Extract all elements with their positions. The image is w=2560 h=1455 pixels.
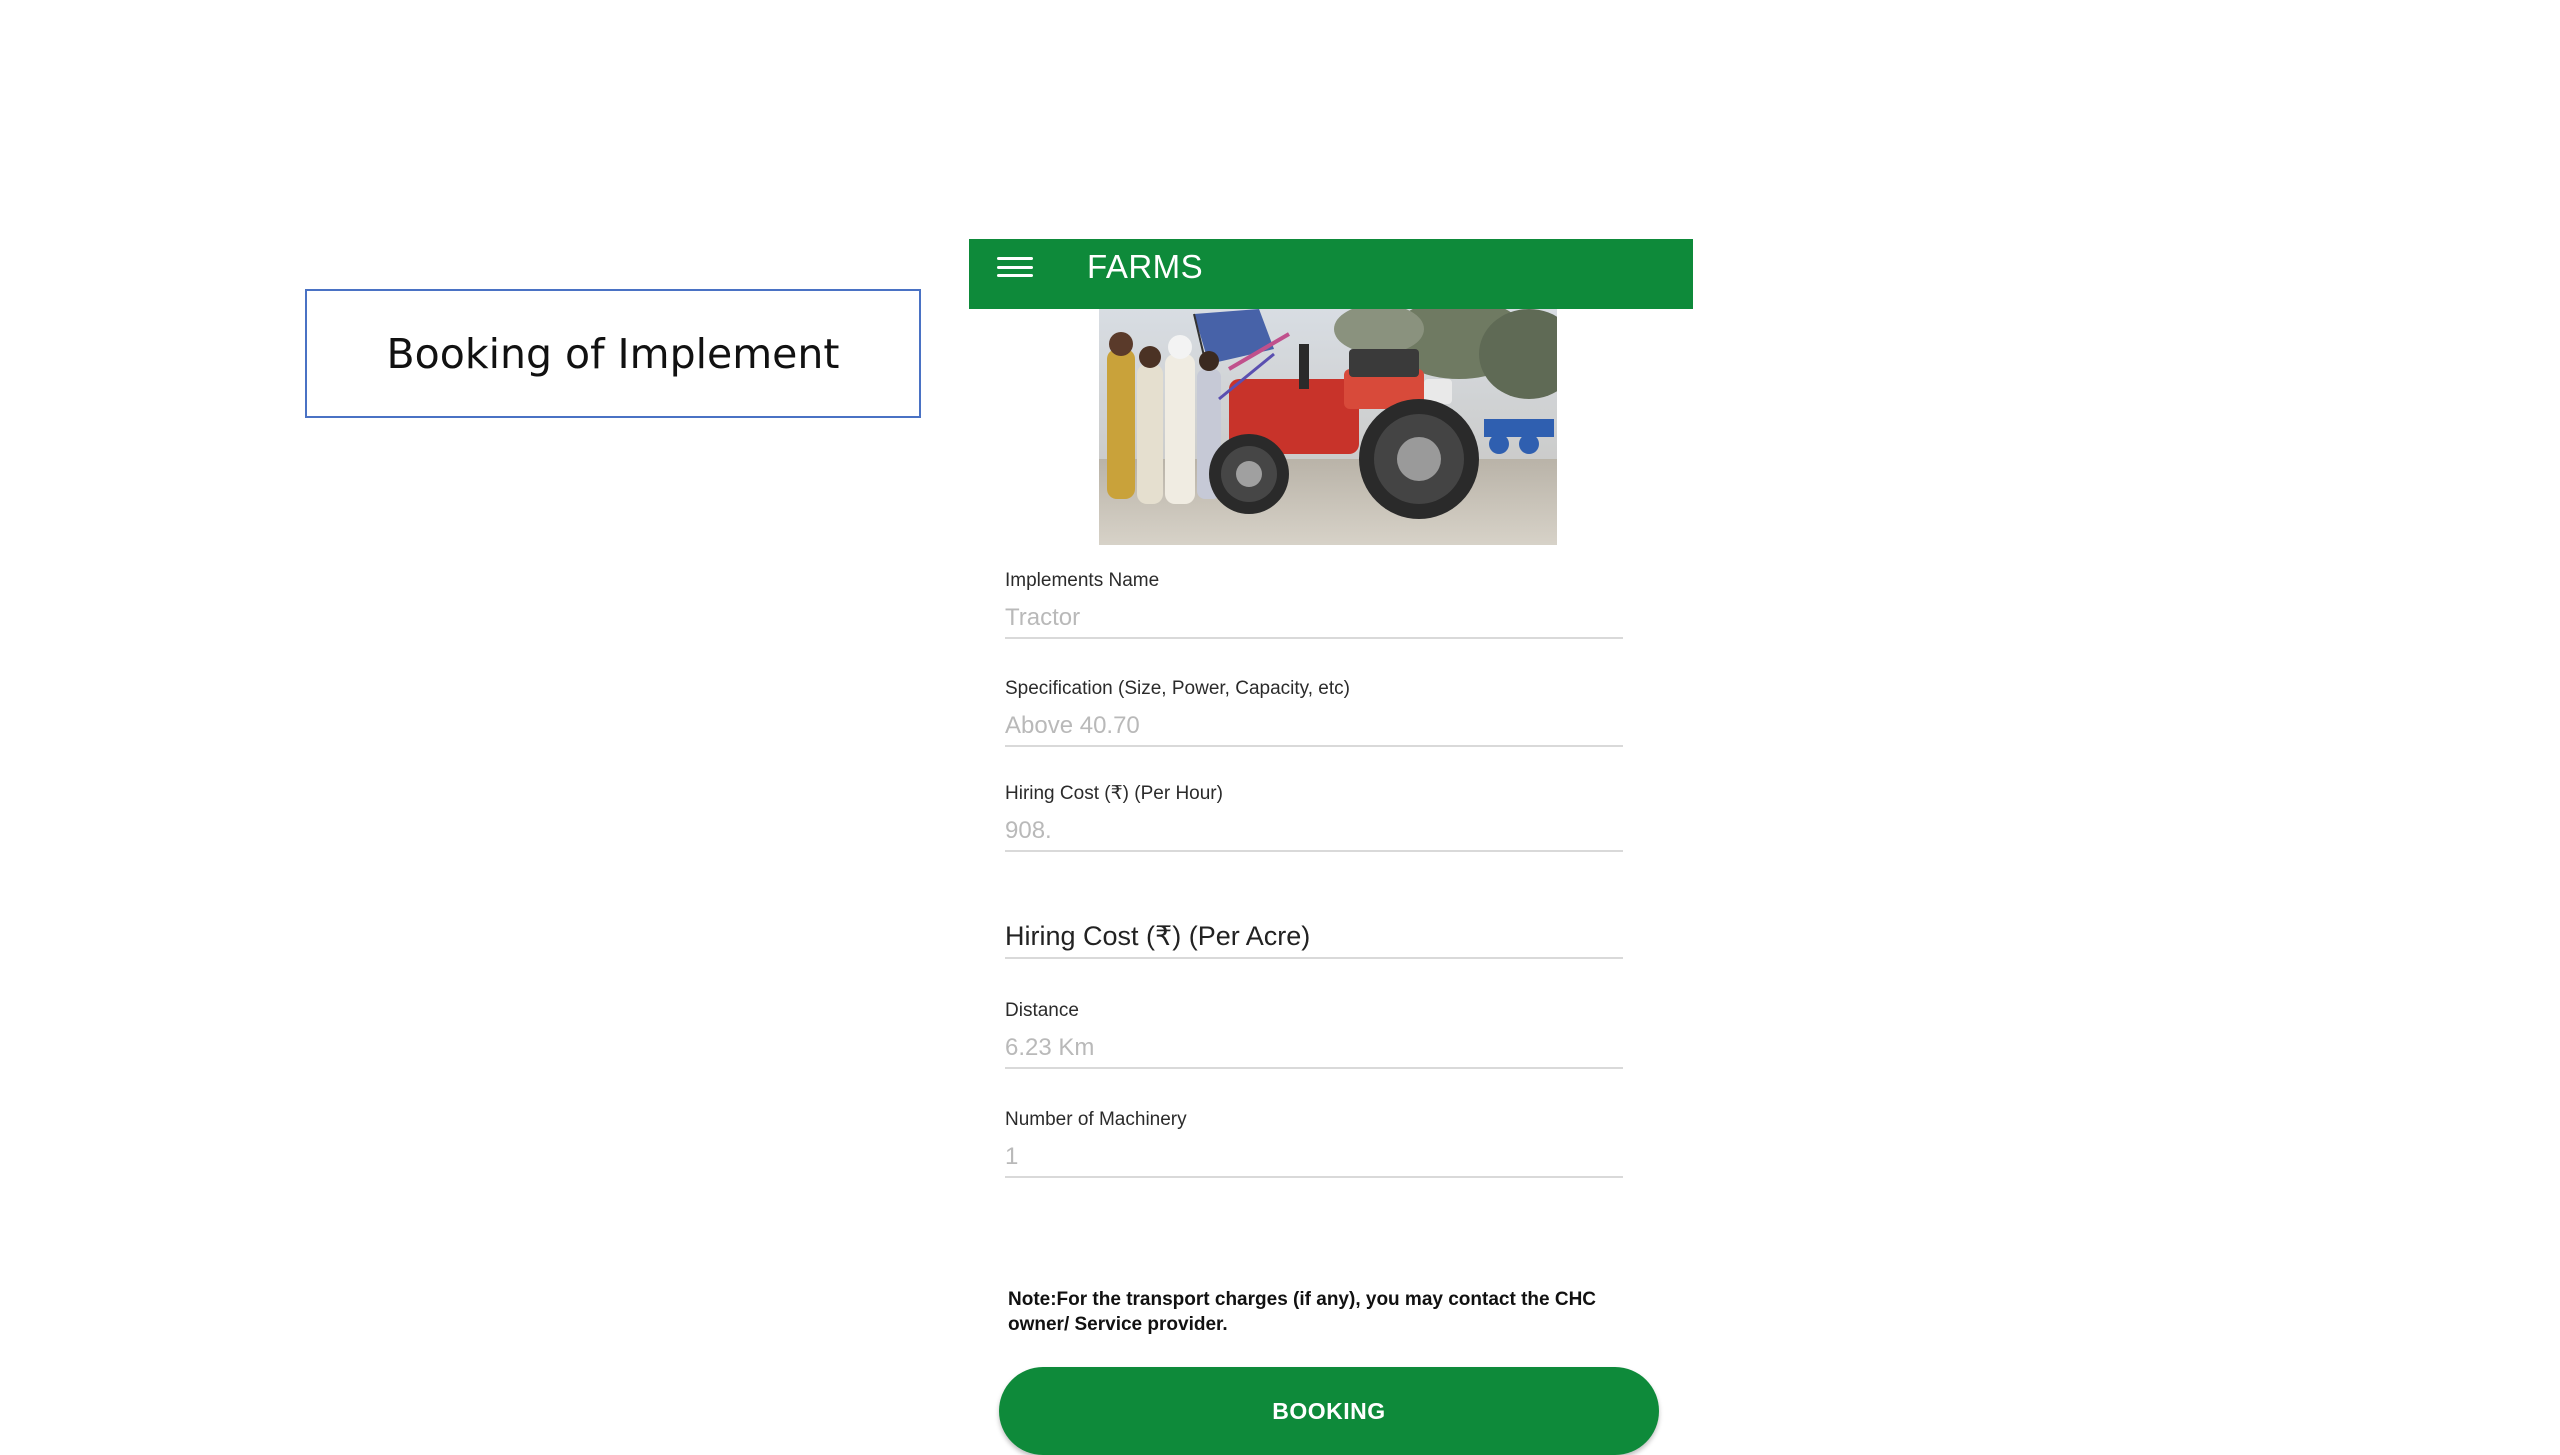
distance-label: Distance xyxy=(1005,1000,1079,1021)
phone-screen: FARMS Implements Name Tractor Specificat… xyxy=(969,239,1693,1455)
slide-title: Booking of Implement xyxy=(386,329,840,378)
implements-name-value: Tractor xyxy=(1005,604,1081,631)
app-bar: FARMS xyxy=(969,239,1693,309)
transport-note: Note:For the transport charges (if any),… xyxy=(1008,1289,1597,1335)
distance-field[interactable]: Distance 6.23 Km xyxy=(1005,999,1623,1069)
implements-name-label: Implements Name xyxy=(1005,570,1160,591)
hamburger-menu-icon[interactable] xyxy=(997,253,1033,281)
machinery-count-value: 1 xyxy=(1005,1143,1019,1170)
hiring-cost-hour-value: 908. xyxy=(1005,817,1052,844)
implements-name-field[interactable]: Implements Name Tractor xyxy=(1005,569,1623,639)
hiring-cost-hour-field[interactable]: Hiring Cost (₹) (Per Hour) 908. xyxy=(1005,782,1623,852)
specification-label: Specification (Size, Power, Capacity, et… xyxy=(1005,678,1350,699)
distance-value: 6.23 Km xyxy=(1005,1034,1095,1061)
hiring-cost-hour-label: Hiring Cost (₹) (Per Hour) xyxy=(1005,783,1223,804)
hiring-cost-acre-label: Hiring Cost (₹) (Per Acre) xyxy=(1005,921,1311,951)
machinery-count-label: Number of Machinery xyxy=(1005,1109,1187,1130)
slide-title-box: Booking of Implement xyxy=(305,289,921,418)
tractor-photo xyxy=(1099,309,1557,545)
specification-field[interactable]: Specification (Size, Power, Capacity, et… xyxy=(1005,677,1623,747)
app-title: FARMS xyxy=(1087,248,1204,285)
machinery-count-field[interactable]: Number of Machinery 1 xyxy=(1005,1108,1623,1178)
specification-value: Above 40.70 xyxy=(1005,712,1140,739)
booking-button[interactable]: BOOKING xyxy=(999,1367,1659,1455)
hiring-cost-acre-field[interactable]: Hiring Cost (₹) (Per Acre) xyxy=(1005,919,1623,959)
